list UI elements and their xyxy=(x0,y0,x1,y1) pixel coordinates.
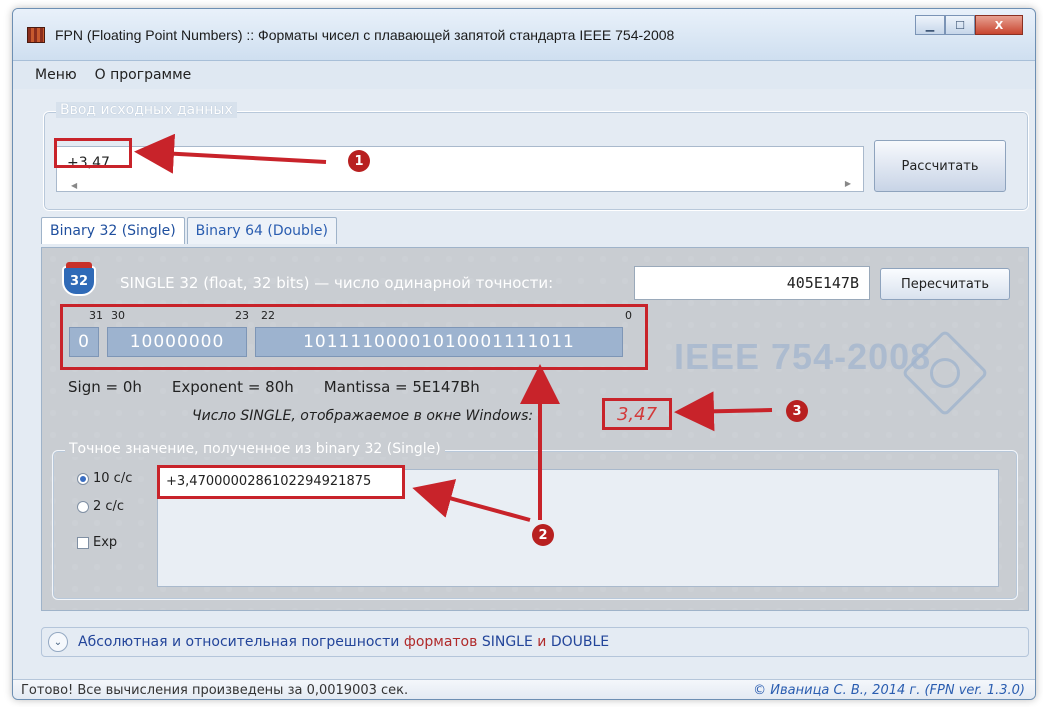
expander-text-4: и xyxy=(537,634,547,650)
minimize-button[interactable]: ▁ xyxy=(915,15,945,35)
close-button[interactable]: X xyxy=(975,15,1023,35)
bit-index-23: 23 xyxy=(235,309,249,322)
expander-text-3: SINGLE xyxy=(481,634,533,650)
exponent-value: Exponent = 80h xyxy=(171,378,294,396)
interstate-32-icon: 32 xyxy=(62,262,96,296)
app-window: FPN (Floating Point Numbers) :: Форматы … xyxy=(12,8,1036,700)
tab-binary64[interactable]: Binary 64 (Double) xyxy=(186,217,337,244)
format-tabs: Binary 32 (Single) Binary 64 (Double) xyxy=(41,217,339,244)
exponent-bits-cell[interactable]: 10000000 xyxy=(107,327,247,357)
tab-binary32[interactable]: Binary 32 (Single) xyxy=(41,217,185,244)
input-group: Ввод исходных данных +3,47 ◀ ▶ Рассчитат… xyxy=(43,102,1029,211)
input-group-legend: Ввод исходных данных xyxy=(56,102,237,118)
mantissa-value: Mantissa = 5E147Bh xyxy=(323,378,480,396)
recalculate-button[interactable]: Пересчитать xyxy=(880,268,1010,300)
radio-base2-label: 2 с/с xyxy=(93,499,125,514)
scroll-right-icon[interactable]: ▶ xyxy=(845,179,851,188)
scroll-left-icon[interactable]: ◀ xyxy=(71,181,77,190)
number-input[interactable]: +3,47 ◀ ▶ xyxy=(56,146,864,192)
mantissa-bits-cell[interactable]: 10111100001010001111011 xyxy=(255,327,623,357)
copyright-text: © Иваница С. В., 2014 г. (FPN ver. 1.3.0… xyxy=(753,683,1025,698)
bit-index-31: 31 xyxy=(89,309,103,322)
radio-base10-label: 10 с/с xyxy=(93,471,133,486)
errors-expander[interactable]: ⌄ Абсолютная и относительная погрешности… xyxy=(41,627,1029,657)
errors-expander-label: Абсолютная и относительная погрешности ф… xyxy=(78,634,609,650)
exact-value[interactable]: +3,4700000286102294921875 xyxy=(157,465,405,499)
chevron-down-icon[interactable]: ⌄ xyxy=(48,632,68,652)
single-format-title: SINGLE 32 (float, 32 bits) — число одина… xyxy=(120,274,554,292)
binary32-panel: 32 SINGLE 32 (float, 32 bits) — число од… xyxy=(41,247,1029,611)
ieee-watermark: IEEE 754-2008 xyxy=(674,336,932,377)
windows-label: Число SINGLE, отображаемое в окне Window… xyxy=(192,408,534,424)
app-icon xyxy=(27,27,45,43)
field-values: Sign = 0h Exponent = 80h Mantissa = 5E14… xyxy=(68,378,480,396)
expander-text-2: форматов xyxy=(403,634,478,650)
calculate-button[interactable]: Рассчитать xyxy=(874,140,1006,192)
maximize-button[interactable]: ☐ xyxy=(945,15,975,35)
exp-checkbox-label: Exp xyxy=(93,535,118,550)
radio-base10[interactable]: 10 с/с xyxy=(77,471,132,486)
status-bar: Готово! Все вычисления произведены за 0,… xyxy=(13,679,1035,699)
menu-item-menu[interactable]: Меню xyxy=(35,67,77,83)
sign-bit-cell[interactable]: 0 xyxy=(69,327,99,357)
windows-value: 3,47 xyxy=(602,398,672,430)
annotation-badge-3: 3 xyxy=(786,400,808,422)
window-controls: ▁ ☐ X xyxy=(915,15,1023,35)
exp-checkbox-box[interactable] xyxy=(77,536,89,549)
annotation-badge-1: 1 xyxy=(348,150,370,172)
expander-text-5: DOUBLE xyxy=(550,634,610,650)
bit-index-30: 30 xyxy=(111,309,125,322)
annotation-badge-2: 2 xyxy=(532,524,554,546)
hex-value-field[interactable]: 405E147B xyxy=(634,266,870,300)
window-title: FPN (Floating Point Numbers) :: Форматы … xyxy=(55,27,675,43)
main-content: Ввод исходных данных +3,47 ◀ ▶ Рассчитат… xyxy=(13,89,1035,679)
radio-base10-dot[interactable] xyxy=(77,472,89,485)
radio-base2-dot[interactable] xyxy=(77,500,89,513)
bits-display: 31 30 23 22 0 0 10000000 101111000010100… xyxy=(60,304,648,370)
menu-bar: Меню О программе xyxy=(13,63,1035,87)
bit-index-0: 0 xyxy=(625,309,632,322)
exp-checkbox[interactable]: Exp xyxy=(77,535,117,550)
hex-value: 405E147B xyxy=(786,274,859,292)
menu-item-about[interactable]: О программе xyxy=(95,67,192,83)
badge-label: 32 xyxy=(69,273,89,289)
title-bar[interactable]: FPN (Floating Point Numbers) :: Форматы … xyxy=(13,9,1035,61)
sign-value: Sign = 0h xyxy=(68,378,142,396)
bit-index-22: 22 xyxy=(261,309,275,322)
annotation-frame-input xyxy=(54,138,132,168)
radio-base2[interactable]: 2 с/с xyxy=(77,499,124,514)
status-text: Готово! Все вычисления произведены за 0,… xyxy=(21,683,409,698)
exact-group-legend: Точное значение, полученное из binary 32… xyxy=(65,441,445,457)
ieee-logo-ring xyxy=(930,358,960,388)
exact-value-group: Точное значение, полученное из binary 32… xyxy=(52,441,1018,600)
expander-text-1: Абсолютная и относительная погрешности xyxy=(78,634,400,650)
